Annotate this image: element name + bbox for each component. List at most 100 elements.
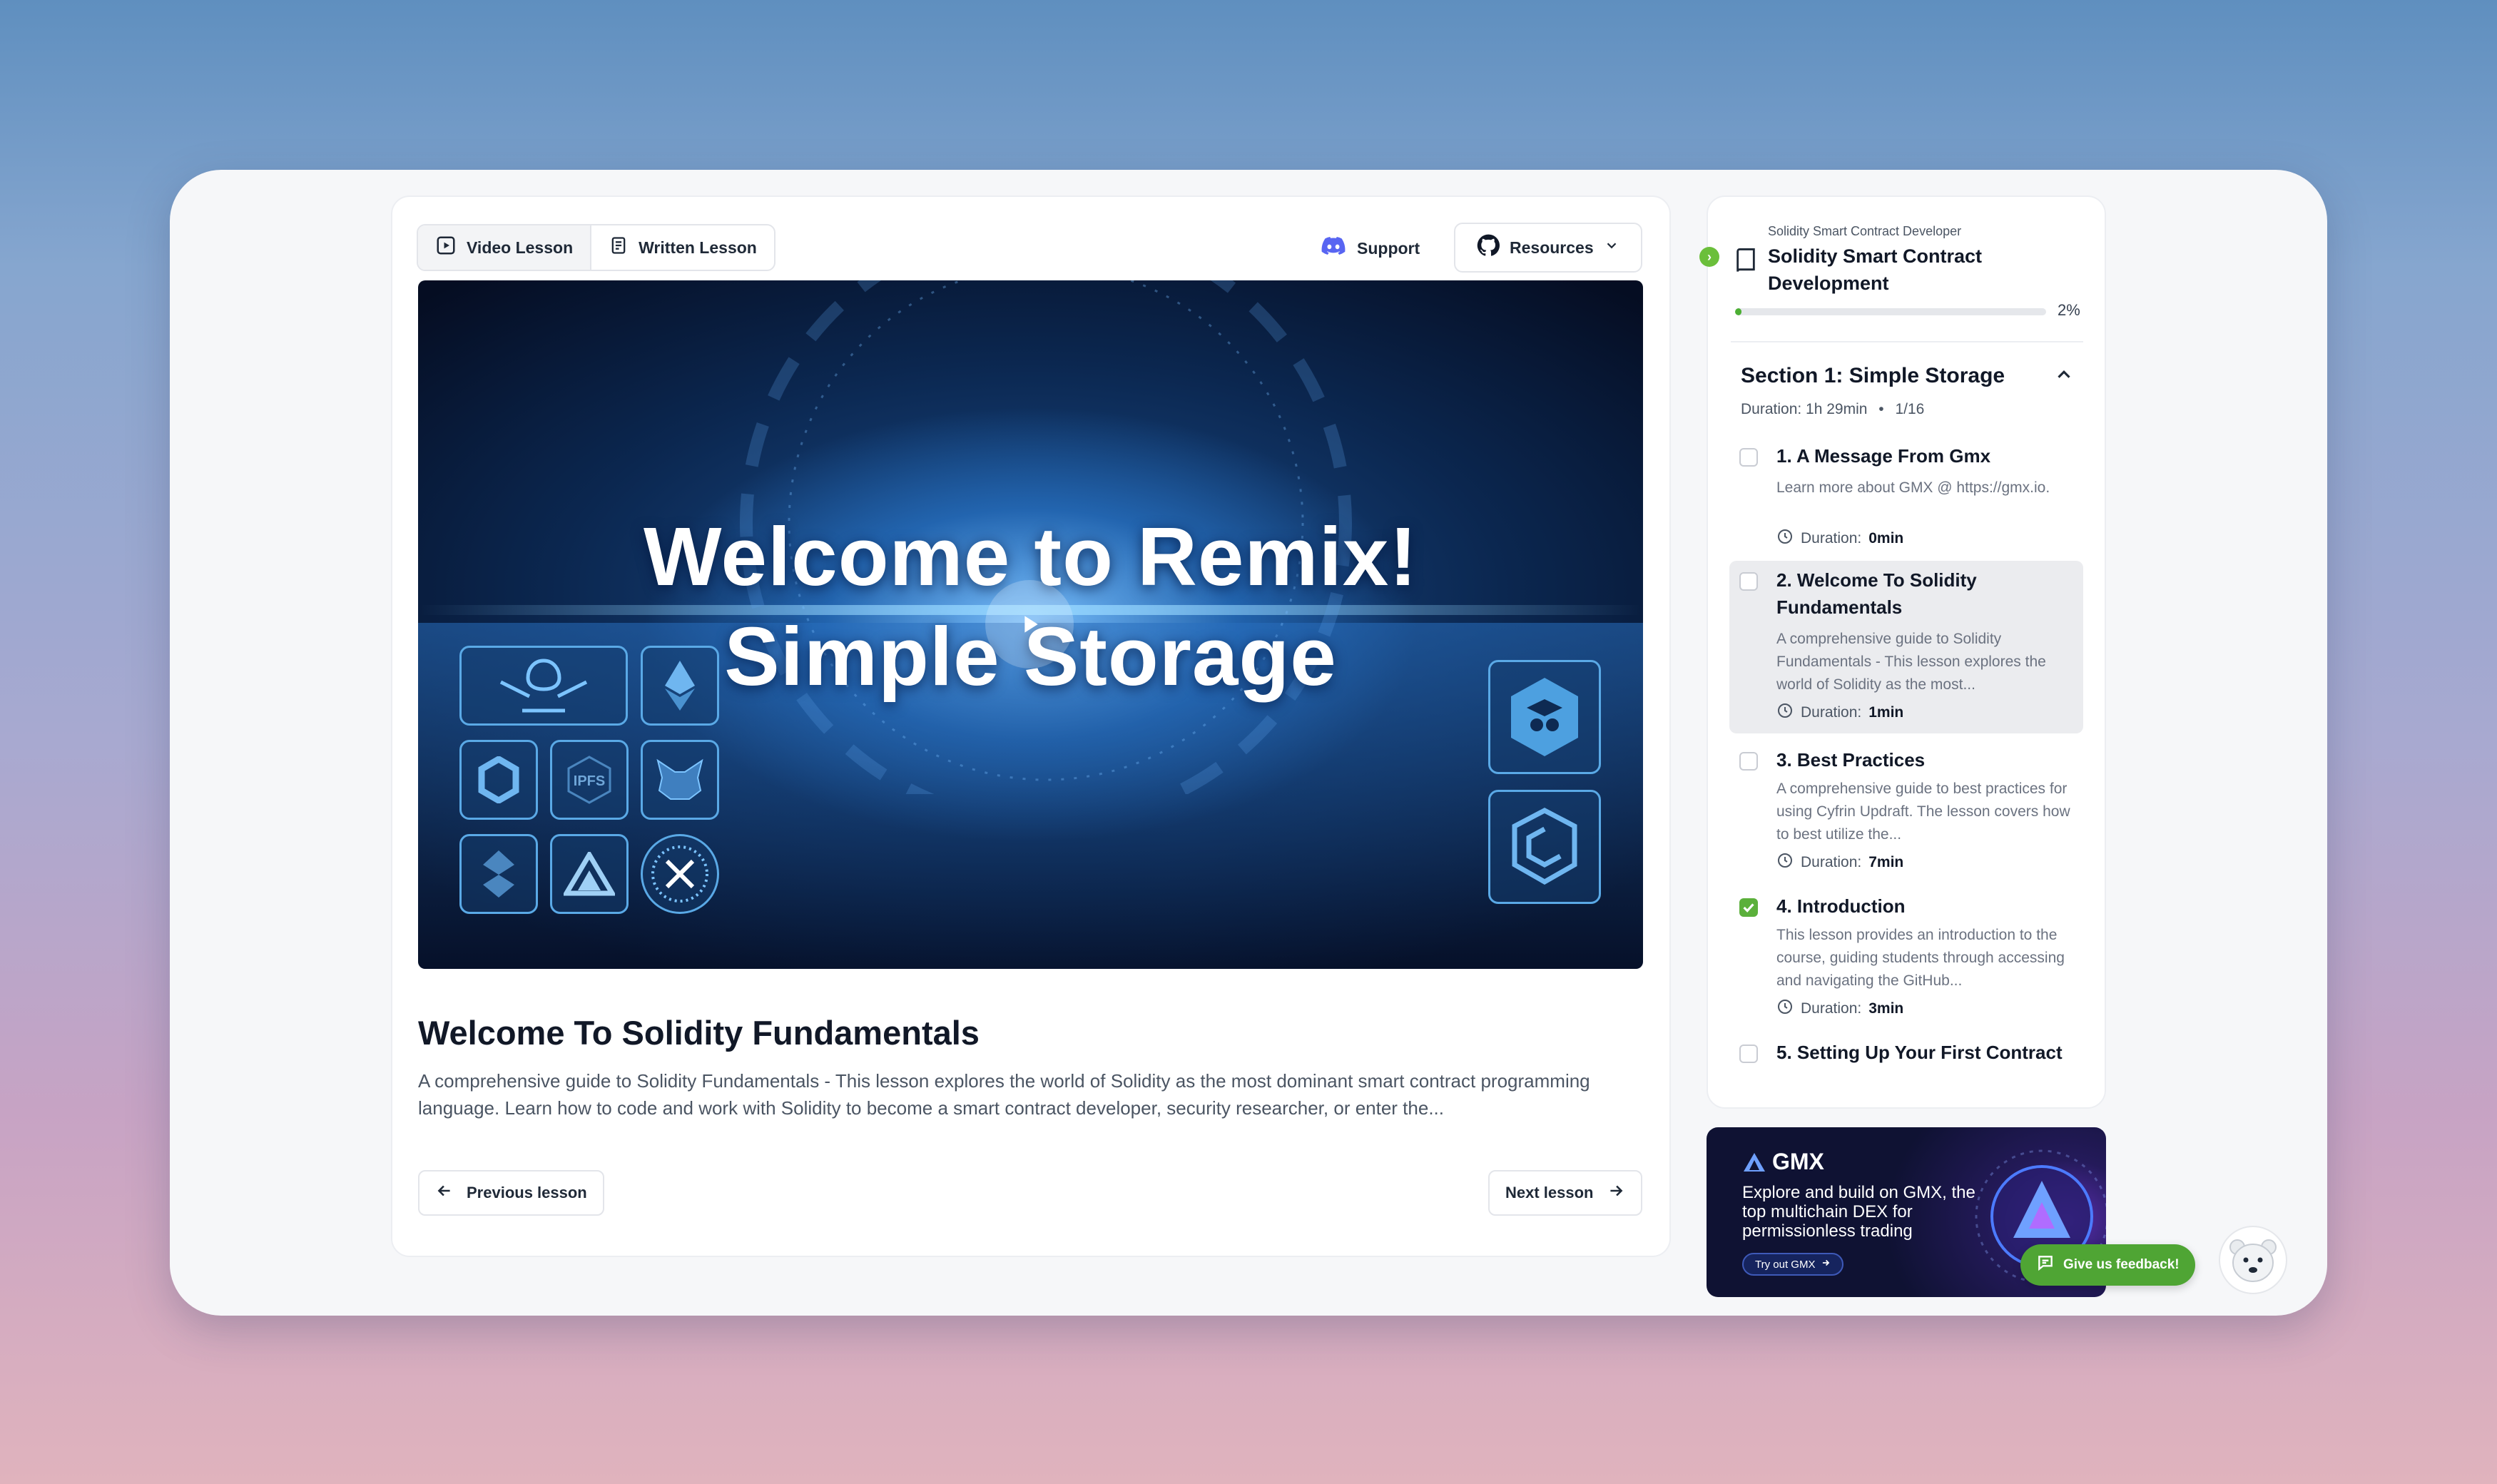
previous-lesson-button[interactable]: Previous lesson [418, 1170, 604, 1216]
lesson-item-duration: Duration: 3min [1776, 998, 1903, 1020]
lesson-checkbox-checked[interactable] [1739, 898, 1758, 917]
lesson-item-title: 2. Welcome To Solidity Fundamentals [1776, 569, 1977, 618]
lesson-item-1[interactable]: 1. A Message From Gmx Learn more about G… [1729, 438, 2083, 552]
cyfrin-shield-tile [1488, 790, 1601, 904]
lesson-item-title: 3. Best Practices [1776, 749, 1926, 771]
clock-icon [1776, 852, 1794, 873]
arrow-right-icon [1821, 1258, 1831, 1271]
chevron-right-icon: › [1707, 249, 1712, 264]
sidebar-divider [1731, 341, 2083, 342]
duration-value: 7min [1868, 854, 1904, 870]
collapse-sidebar-button[interactable]: › [1699, 247, 1719, 267]
course-progress-fill [1735, 308, 1741, 315]
svg-text:IPFS: IPFS [574, 773, 605, 789]
course-progress-bar [1735, 308, 2046, 315]
shield-icon [1512, 808, 1577, 885]
arrow-left-icon [435, 1181, 454, 1204]
section-count: 1/16 [1895, 401, 1925, 417]
ethereum-tile [641, 646, 719, 726]
tab-written-lesson[interactable]: Written Lesson [590, 225, 774, 270]
lesson-item-desc: A comprehensive guide to best practices … [1776, 781, 2070, 843]
tools-badge-icon [651, 845, 708, 903]
lesson-item-desc: A comprehensive guide to Solidity Fundam… [1776, 631, 2046, 693]
course-supertitle: Solidity Smart Contract Developer [1768, 224, 1962, 238]
lesson-checkbox[interactable] [1739, 1045, 1758, 1063]
next-lesson-button[interactable]: Next lesson [1488, 1170, 1642, 1216]
tab-video-lesson[interactable]: Video Lesson [418, 225, 591, 270]
discord-icon [1321, 237, 1346, 260]
resources-label: Resources [1510, 238, 1594, 257]
clock-icon [1776, 528, 1794, 549]
lesson-item-title: 1. A Message From Gmx [1776, 445, 1991, 467]
cyfrin-badge-tile [641, 834, 719, 914]
bear-avatar[interactable] [2219, 1226, 2287, 1294]
arbitrum-icon [564, 852, 615, 896]
arrow-right-icon [1607, 1181, 1625, 1204]
duration-label: Duration: [1801, 854, 1862, 870]
duration-value: 3min [1868, 1000, 1904, 1017]
zksync-icon [483, 850, 514, 898]
lesson-item-title: 5. Setting Up Your First Contract [1776, 1042, 2063, 1063]
chevron-down-icon [1604, 238, 1619, 258]
duration-value: 1min [1868, 704, 1904, 721]
lesson-item-3[interactable]: 3. Best Practices A comprehensive guide … [1729, 742, 2083, 882]
lesson-type-toggle: Video Lesson Written Lesson [417, 224, 775, 271]
lesson-item-duration: Duration: 1min [1776, 702, 1903, 723]
duration-label: Duration: [1801, 530, 1862, 547]
clock-icon [1776, 702, 1794, 723]
lesson-title: Welcome To Solidity Fundamentals [418, 1014, 980, 1052]
play-button[interactable] [985, 580, 1074, 669]
github-icon [1477, 234, 1500, 261]
book-icon [1734, 247, 1758, 278]
gmx-logo-icon [1744, 1152, 1765, 1172]
gmx-logo: GMX [1742, 1149, 1824, 1175]
lesson-item-desc: Learn more about GMX @ https://gmx.io. [1776, 479, 2050, 496]
section-meta-bullet: • [1878, 401, 1884, 417]
play-square-icon [435, 235, 457, 260]
lesson-item-5[interactable]: 5. Setting Up Your First Contract [1729, 1035, 2083, 1074]
cyfrin-owl-tile [1488, 660, 1601, 774]
try-gmx-button[interactable]: Try out GMX [1742, 1253, 1844, 1276]
document-icon [609, 235, 629, 260]
duration-label: Duration: [1801, 1000, 1862, 1017]
section-title[interactable]: Section 1: Simple Storage [1741, 364, 2005, 388]
lesson-item-title: 4. Introduction [1776, 895, 1906, 917]
lesson-description: A comprehensive guide to Solidity Fundam… [418, 1070, 1590, 1119]
support-link[interactable]: Support [1321, 234, 1420, 263]
feedback-button[interactable]: Give us feedback! [2020, 1244, 2195, 1286]
check-icon [1743, 903, 1754, 913]
feedback-label: Give us feedback! [2063, 1257, 2180, 1272]
play-icon [1024, 616, 1038, 633]
ipfs-icon: IPFS [567, 756, 611, 804]
course-title[interactable]: Solidity Smart Contract Development [1768, 243, 2010, 297]
lesson-item-4[interactable]: 4. Introduction This lesson provides an … [1729, 888, 2083, 1028]
lesson-item-duration: Duration: 7min [1776, 852, 1903, 873]
gmx-brand: GMX [1772, 1149, 1824, 1174]
polar-bear-icon [2229, 1239, 2277, 1282]
resources-dropdown[interactable]: Resources [1454, 223, 1642, 273]
lesson-item-duration: Duration: 0min [1776, 528, 1903, 549]
chevron-up-icon[interactable] [2053, 364, 2075, 389]
lesson-checkbox[interactable] [1739, 448, 1758, 467]
tab-written-lesson-label: Written Lesson [639, 238, 757, 257]
section-meta: Duration: 1h 29min • 1/16 [1741, 401, 1924, 418]
section-duration: Duration: 1h 29min [1741, 401, 1868, 417]
ipfs-tile: IPFS [550, 740, 629, 820]
metamask-icon [656, 758, 703, 800]
chat-icon [2036, 1254, 2055, 1276]
titan-icon [499, 659, 588, 713]
clock-icon [1776, 998, 1794, 1020]
course-progress-percent: 2% [2058, 301, 2080, 319]
lesson-item-desc: This lesson provides an introduction to … [1776, 927, 2065, 989]
chainlink-icon [478, 756, 519, 803]
chainlink-tile [459, 740, 538, 820]
ad-text: Explore and build on GMX, the top multic… [1742, 1183, 1975, 1241]
support-label: Support [1357, 238, 1420, 258]
tab-video-lesson-label: Video Lesson [467, 238, 574, 257]
video-player[interactable]: Welcome to Remix! Simple Storage IPFS [418, 280, 1643, 969]
lesson-item-2[interactable]: 2. Welcome To Solidity Fundamentals A co… [1729, 561, 2083, 733]
titan-logo-tile [459, 646, 628, 726]
previous-lesson-label: Previous lesson [467, 1184, 587, 1201]
lesson-checkbox[interactable] [1739, 752, 1758, 771]
lesson-checkbox[interactable] [1739, 572, 1758, 591]
